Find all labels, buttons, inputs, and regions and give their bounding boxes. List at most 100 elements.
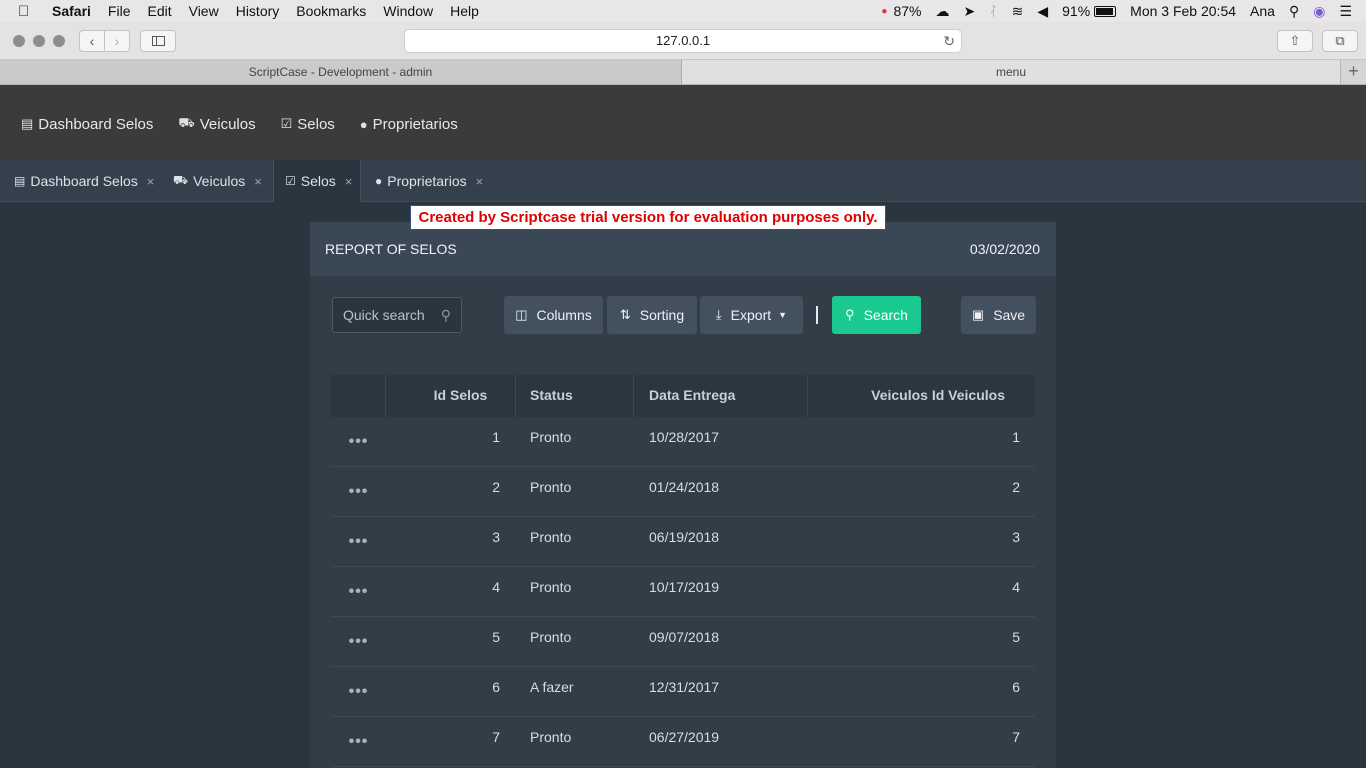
tabs-overview-icon: ⧉ [1335,33,1345,48]
search-icon[interactable]: ⚲ [441,298,451,332]
nav-proprietarios[interactable]: ● Proprietarios [360,115,458,133]
browser-tab-menu[interactable]: menu [682,60,1340,84]
share-icon: ⇧ [1289,33,1301,48]
browser-tab-bar: ScriptCase - Development - admin menu + [0,60,1366,85]
row-menu-icon[interactable]: ••• [331,617,386,666]
close-icon[interactable]: × [476,174,484,189]
history-nav: ‹ › [79,30,130,52]
forward-arrow-icon[interactable]: › [105,31,129,51]
cell-status: Pronto [530,579,572,595]
user-name[interactable]: Ana [1250,3,1275,19]
cloud-icon[interactable]: ☁ [935,3,949,20]
cell-veiculos-id: 2 [1012,479,1020,495]
menu-app-name[interactable]: Safari [52,3,91,19]
table-row: ••• 3 Pronto 06/19/2018 3 [331,517,1035,567]
row-menu-icon[interactable]: ••• [331,717,386,766]
row-menu-icon[interactable]: ••• [331,417,386,466]
search-button[interactable]: ⚲ Search [832,296,921,334]
show-tabs-button[interactable]: ⧉ [1322,30,1358,52]
tab-proprietarios[interactable]: ● Proprietarios × [375,160,483,202]
cell-data-entrega: 10/28/2017 [649,429,720,445]
column-header-status[interactable]: Status [516,375,634,417]
wifi-icon[interactable]: ≋ [1012,3,1024,20]
close-icon[interactable]: × [345,174,353,189]
telegram-icon[interactable]: ➤ [963,3,975,20]
caret-down-icon: ▼ [778,310,788,320]
columns-icon: ◫ [515,307,528,322]
cell-status: Pronto [530,429,572,445]
nav-veiculos[interactable]: ⛟ Veiculos [178,115,255,133]
volume-icon[interactable]: ◀ [1037,3,1048,20]
clock[interactable]: Mon 3 Feb 20:54 [1130,3,1236,19]
car-icon: ⛟ [178,115,195,130]
bluetooth-icon[interactable]: ᛮ [989,3,997,19]
cell-data-entrega: 12/31/2017 [649,679,720,695]
search-icon: ⚲ [845,307,855,322]
cpu-percent[interactable]: 87% [893,3,921,19]
tab-selos[interactable]: ☑ Selos × [273,160,362,202]
column-header-actions [331,375,386,417]
window-close-button[interactable] [13,35,25,47]
columns-button[interactable]: ◫ Columns [504,296,603,334]
row-menu-icon[interactable]: ••• [331,467,386,516]
spotlight-search-icon[interactable]: ⚲ [1289,3,1299,20]
nav-dashboard-selos[interactable]: ▤ Dashboard Selos [21,115,153,133]
quick-search-input[interactable]: Quick search ⚲ [332,297,462,333]
row-menu-icon[interactable]: ••• [331,667,386,716]
sidebar-toggle-button[interactable] [140,30,176,52]
menu-edit[interactable]: Edit [147,3,171,19]
notification-center-icon[interactable]: ☰ [1339,3,1352,20]
tab-veiculos[interactable]: ⛟ Veiculos × [173,160,262,202]
table-row: ••• 7 Pronto 06/27/2019 7 [331,717,1035,767]
browser-tab-scriptcase[interactable]: ScriptCase - Development - admin [0,60,682,84]
save-button[interactable]: ▣ Save [961,296,1036,334]
cell-id-selos: 4 [492,579,500,595]
app-header: ▤ Dashboard Selos ⛟ Veiculos ☑ Selos ● P… [0,85,1366,160]
cell-data-entrega: 10/17/2019 [649,579,720,595]
row-menu-icon[interactable]: ••• [331,517,386,566]
report-title: REPORT OF SELOS [325,241,457,257]
address-bar[interactable]: 127.0.0.1 ↻ [404,29,962,53]
sorting-button[interactable]: ⇅ Sorting [607,296,697,334]
new-tab-button[interactable]: + [1340,60,1366,84]
export-button[interactable]: ⤓ Export ▼ [700,296,803,334]
nav-selos[interactable]: ☑ Selos [281,115,335,133]
tab-dashboard-selos[interactable]: ▤ Dashboard Selos × [14,160,154,202]
column-header-data-entrega[interactable]: Data Entrega [634,375,808,417]
cell-data-entrega: 01/24/2018 [649,479,720,495]
battery-icon[interactable] [1094,5,1117,17]
cell-status: Pronto [530,529,572,545]
tab-label: Selos [300,173,336,189]
column-header-veiculos-id[interactable]: Veiculos Id Veiculos [808,375,1035,417]
row-menu-icon[interactable]: ••• [331,567,386,616]
window-zoom-button[interactable] [53,35,65,47]
cell-data-entrega: 06/27/2019 [649,729,720,745]
toolbar-separator [816,306,818,324]
menu-file[interactable]: File [108,3,131,19]
cpu-indicator-icon[interactable]: ● [881,6,887,17]
menu-bookmarks[interactable]: Bookmarks [296,3,366,19]
close-icon[interactable]: × [254,174,262,189]
bar-chart-icon: ▤ [21,116,34,131]
nav-label: Proprietarios [372,115,458,133]
menu-window[interactable]: Window [383,3,433,19]
cell-id-selos: 3 [492,529,500,545]
cell-status: Pronto [530,629,572,645]
battery-percent[interactable]: 91% [1062,3,1090,19]
apple-menu-icon[interactable]:  [18,3,38,20]
window-minimize-button[interactable] [33,35,45,47]
menu-help[interactable]: Help [450,3,479,19]
back-arrow-icon[interactable]: ‹ [80,31,105,51]
cell-veiculos-id: 7 [1012,729,1020,745]
table-row: ••• 1 Pronto 10/28/2017 1 [331,417,1035,467]
menu-history[interactable]: History [236,3,280,19]
share-button[interactable]: ⇧ [1277,30,1313,52]
menu-view[interactable]: View [189,3,219,19]
close-icon[interactable]: × [147,174,155,189]
siri-icon[interactable]: ◉ [1313,3,1325,20]
user-icon: ● [359,116,368,132]
sorting-label: Sorting [639,307,685,323]
report-header: REPORT OF SELOS 03/02/2020 [310,222,1056,276]
reload-icon[interactable]: ↻ [943,30,955,52]
column-header-id-selos[interactable]: Id Selos [386,375,516,417]
